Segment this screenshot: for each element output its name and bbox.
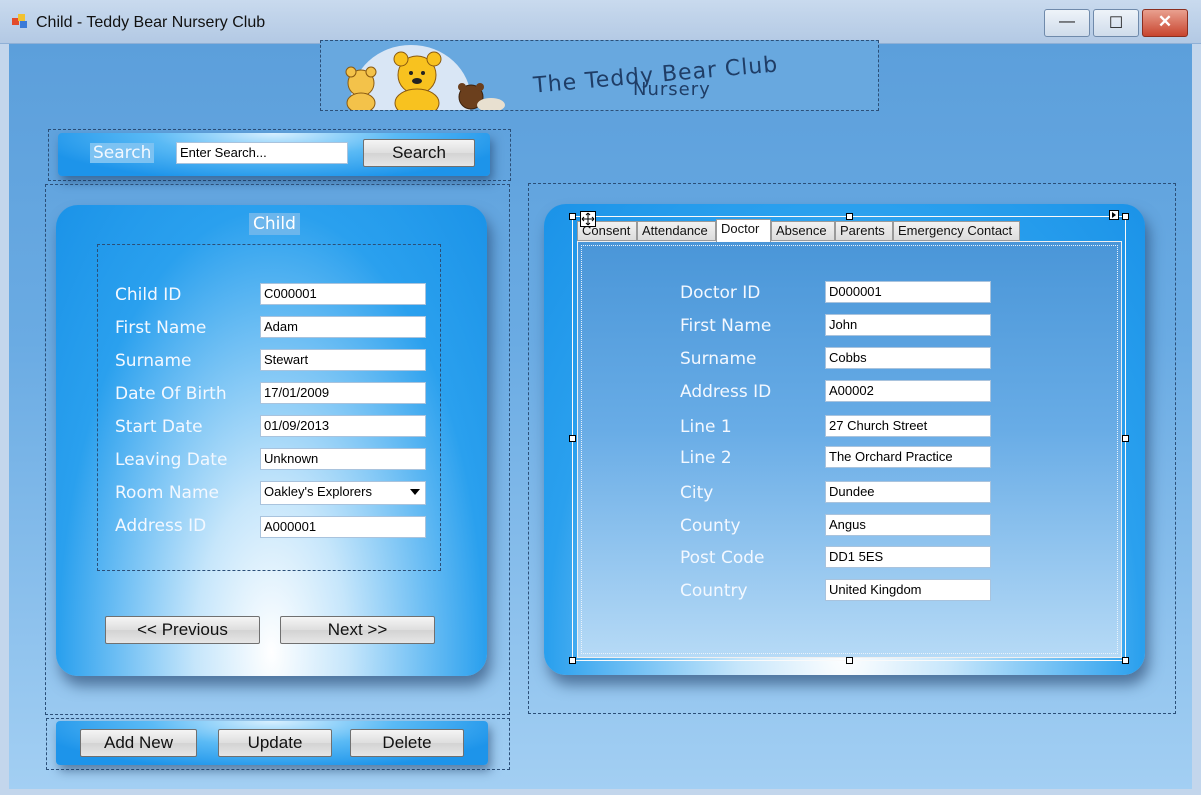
surname-label: Surname bbox=[115, 351, 192, 371]
line2-label: Line 2 bbox=[680, 448, 732, 468]
first-name-field[interactable]: Adam bbox=[260, 316, 426, 338]
resize-handle-top-left[interactable] bbox=[569, 213, 576, 220]
resize-handle-right[interactable] bbox=[1122, 435, 1129, 442]
child-id-field[interactable]: C000001 bbox=[260, 283, 426, 305]
doctor-address-id-field[interactable]: A00002 bbox=[825, 380, 991, 402]
county-field[interactable]: Angus bbox=[825, 514, 991, 536]
room-name-value: Oakley's Explorers bbox=[264, 484, 372, 499]
leaving-date-label: Leaving Date bbox=[115, 450, 228, 470]
chevron-down-icon[interactable] bbox=[410, 489, 420, 495]
resize-handle-top[interactable] bbox=[846, 213, 853, 220]
dob-field[interactable]: 17/01/2009 bbox=[260, 382, 426, 404]
title-bar: Child - Teddy Bear Nursery Club — ☐ ✕ bbox=[0, 0, 1201, 44]
doctor-id-label: Doctor ID bbox=[680, 283, 761, 303]
line1-label: Line 1 bbox=[680, 417, 732, 437]
previous-button[interactable]: << Previous bbox=[105, 616, 260, 644]
room-name-label: Room Name bbox=[115, 483, 219, 503]
resize-handle-top-right[interactable] bbox=[1122, 213, 1129, 220]
doctor-id-field[interactable]: D000001 bbox=[825, 281, 991, 303]
smart-tag-icon[interactable] bbox=[1109, 210, 1119, 220]
minimize-button[interactable]: — bbox=[1044, 9, 1090, 37]
doctor-surname-field[interactable]: Cobbs bbox=[825, 347, 991, 369]
next-button[interactable]: Next >> bbox=[280, 616, 435, 644]
surname-field[interactable]: Stewart bbox=[260, 349, 426, 371]
resize-handle-bottom-left[interactable] bbox=[569, 657, 576, 664]
window-frame-left bbox=[0, 44, 9, 795]
leaving-date-field[interactable]: Unknown bbox=[260, 448, 426, 470]
close-button[interactable]: ✕ bbox=[1142, 9, 1188, 37]
start-date-label: Start Date bbox=[115, 417, 203, 437]
post-code-label: Post Code bbox=[680, 548, 765, 568]
resize-handle-bottom[interactable] bbox=[846, 657, 853, 664]
logo-banner: The Teddy Bear Club Nursery bbox=[320, 40, 879, 111]
delete-button[interactable]: Delete bbox=[350, 729, 464, 757]
search-input[interactable]: Enter Search... bbox=[176, 142, 348, 164]
country-field[interactable]: United Kingdom bbox=[825, 579, 991, 601]
window-frame-bottom bbox=[0, 789, 1201, 795]
doctor-surname-label: Surname bbox=[680, 349, 757, 369]
first-name-label: First Name bbox=[115, 318, 207, 338]
app-icon bbox=[12, 14, 27, 28]
resize-handle-left[interactable] bbox=[569, 435, 576, 442]
search-label: Search bbox=[90, 143, 155, 163]
doctor-first-name-label: First Name bbox=[680, 316, 772, 336]
dob-label: Date Of Birth bbox=[115, 384, 227, 404]
line2-field[interactable]: The Orchard Practice bbox=[825, 446, 991, 468]
logo-subtitle: Nursery bbox=[633, 79, 711, 100]
search-button[interactable]: Search bbox=[363, 139, 475, 167]
tab-parents[interactable]: Parents bbox=[835, 221, 893, 241]
minimize-icon: — bbox=[1059, 13, 1075, 30]
actions-bar: Add New Update Delete bbox=[56, 721, 488, 765]
tab-attendance[interactable]: Attendance bbox=[637, 221, 716, 241]
child-panel-title: Child bbox=[249, 213, 300, 235]
teddy-bears-icon bbox=[345, 51, 505, 110]
window-frame-right bbox=[1192, 44, 1201, 795]
city-label: City bbox=[680, 483, 714, 503]
county-label: County bbox=[680, 516, 741, 536]
line1-field[interactable]: 27 Church Street bbox=[825, 415, 991, 437]
update-button[interactable]: Update bbox=[218, 729, 332, 757]
maximize-icon: ☐ bbox=[1108, 15, 1124, 32]
doctor-first-name-field[interactable]: John bbox=[825, 314, 991, 336]
maximize-button[interactable]: ☐ bbox=[1093, 9, 1139, 37]
start-date-field[interactable]: 01/09/2013 bbox=[260, 415, 426, 437]
city-field[interactable]: Dundee bbox=[825, 481, 991, 503]
tab-doctor[interactable]: Doctor bbox=[716, 219, 771, 242]
tab-absence[interactable]: Absence bbox=[771, 221, 835, 241]
address-id-label: Address ID bbox=[115, 516, 207, 536]
search-bar: Search Enter Search... Search bbox=[58, 133, 490, 176]
resize-handle-bottom-right[interactable] bbox=[1122, 657, 1129, 664]
child-id-label: Child ID bbox=[115, 285, 182, 305]
move-icon[interactable] bbox=[580, 211, 596, 227]
post-code-field[interactable]: DD1 5ES bbox=[825, 546, 991, 568]
tab-emergency-contact[interactable]: Emergency Contact bbox=[893, 221, 1020, 241]
add-new-button[interactable]: Add New bbox=[80, 729, 197, 757]
close-icon: ✕ bbox=[1157, 12, 1173, 31]
doctor-address-id-label: Address ID bbox=[680, 382, 772, 402]
country-label: Country bbox=[680, 581, 748, 601]
room-name-dropdown[interactable]: Oakley's Explorers bbox=[260, 481, 426, 505]
window-title: Child - Teddy Bear Nursery Club bbox=[36, 14, 266, 31]
address-id-field[interactable]: A000001 bbox=[260, 516, 426, 538]
